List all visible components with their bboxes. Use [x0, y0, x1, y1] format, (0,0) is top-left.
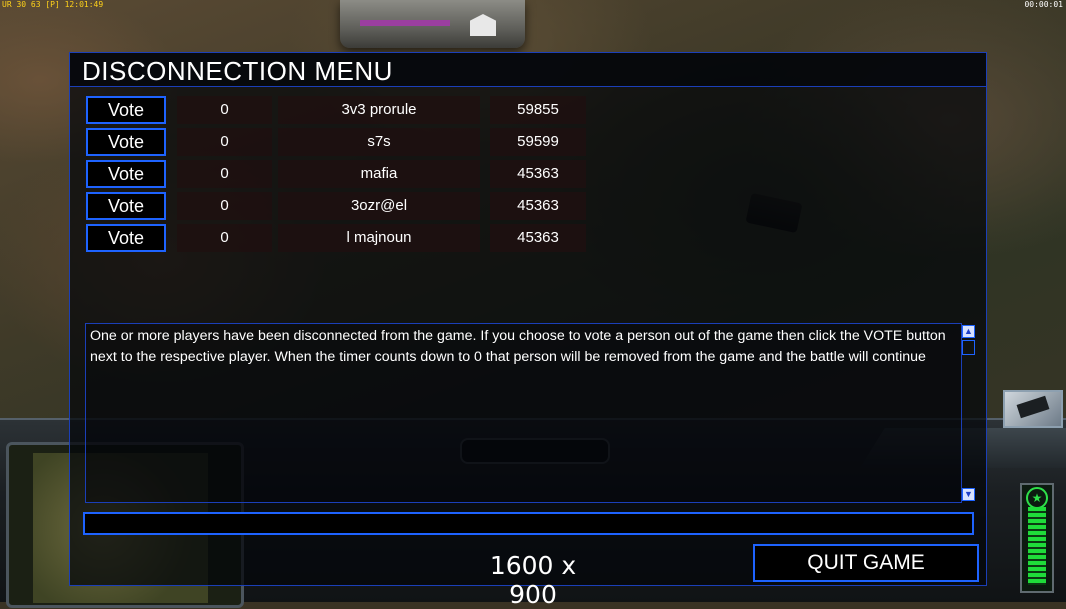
resolution-overlay: 1600 x 900	[489, 551, 577, 609]
power-meter: ★	[1020, 483, 1054, 593]
vote-button[interactable]: Vote	[86, 96, 166, 124]
player-timer: 0	[177, 96, 272, 124]
chat-input[interactable]	[83, 512, 974, 535]
player-name: 3ozr@el	[278, 192, 480, 220]
vote-button[interactable]: Vote	[86, 224, 166, 252]
scroll-down-arrow-icon[interactable]: ▼	[962, 488, 975, 501]
hud-game-timer: 00:00:01	[1024, 0, 1063, 9]
player-value: 59855	[490, 96, 586, 124]
vote-button[interactable]: Vote	[86, 160, 166, 188]
power-level-bar	[1028, 507, 1046, 585]
menu-title-bar: DISCONNECTION MENU	[70, 53, 986, 87]
disconnection-menu: DISCONNECTION MENU Vote 0 3v3 prorule 59…	[69, 52, 987, 586]
menu-title: DISCONNECTION MENU	[82, 56, 393, 86]
command-building[interactable]	[340, 0, 525, 48]
player-value: 59599	[490, 128, 586, 156]
disconnect-message: One or more players have been disconnect…	[90, 328, 946, 365]
general-star-icon: ★	[1026, 487, 1048, 509]
player-name: 3v3 prorule	[278, 96, 480, 124]
player-value: 45363	[490, 160, 586, 188]
player-value: 45363	[490, 224, 586, 252]
building-stripe	[360, 20, 450, 26]
player-value: 45363	[490, 192, 586, 220]
scroll-thumb[interactable]	[962, 340, 975, 355]
player-timer: 0	[177, 224, 272, 252]
player-name: mafia	[278, 160, 480, 188]
hud-status-readout: UR 30 63 [P] 12:01:49	[2, 0, 104, 9]
player-timer: 0	[177, 192, 272, 220]
quit-game-button[interactable]: QUIT GAME	[753, 544, 979, 582]
vote-button[interactable]: Vote	[86, 192, 166, 220]
player-name: s7s	[278, 128, 480, 156]
message-scrollbar[interactable]: ▲ ▼	[961, 325, 975, 501]
faction-emblem-icon	[470, 14, 496, 36]
player-timer: 0	[177, 128, 272, 156]
player-timer: 0	[177, 160, 272, 188]
general-promotion-icon[interactable]	[1003, 390, 1063, 428]
player-name: l majnoun	[278, 224, 480, 252]
scroll-up-arrow-icon[interactable]: ▲	[962, 325, 975, 338]
message-box: One or more players have been disconnect…	[85, 323, 962, 503]
vote-button[interactable]: Vote	[86, 128, 166, 156]
